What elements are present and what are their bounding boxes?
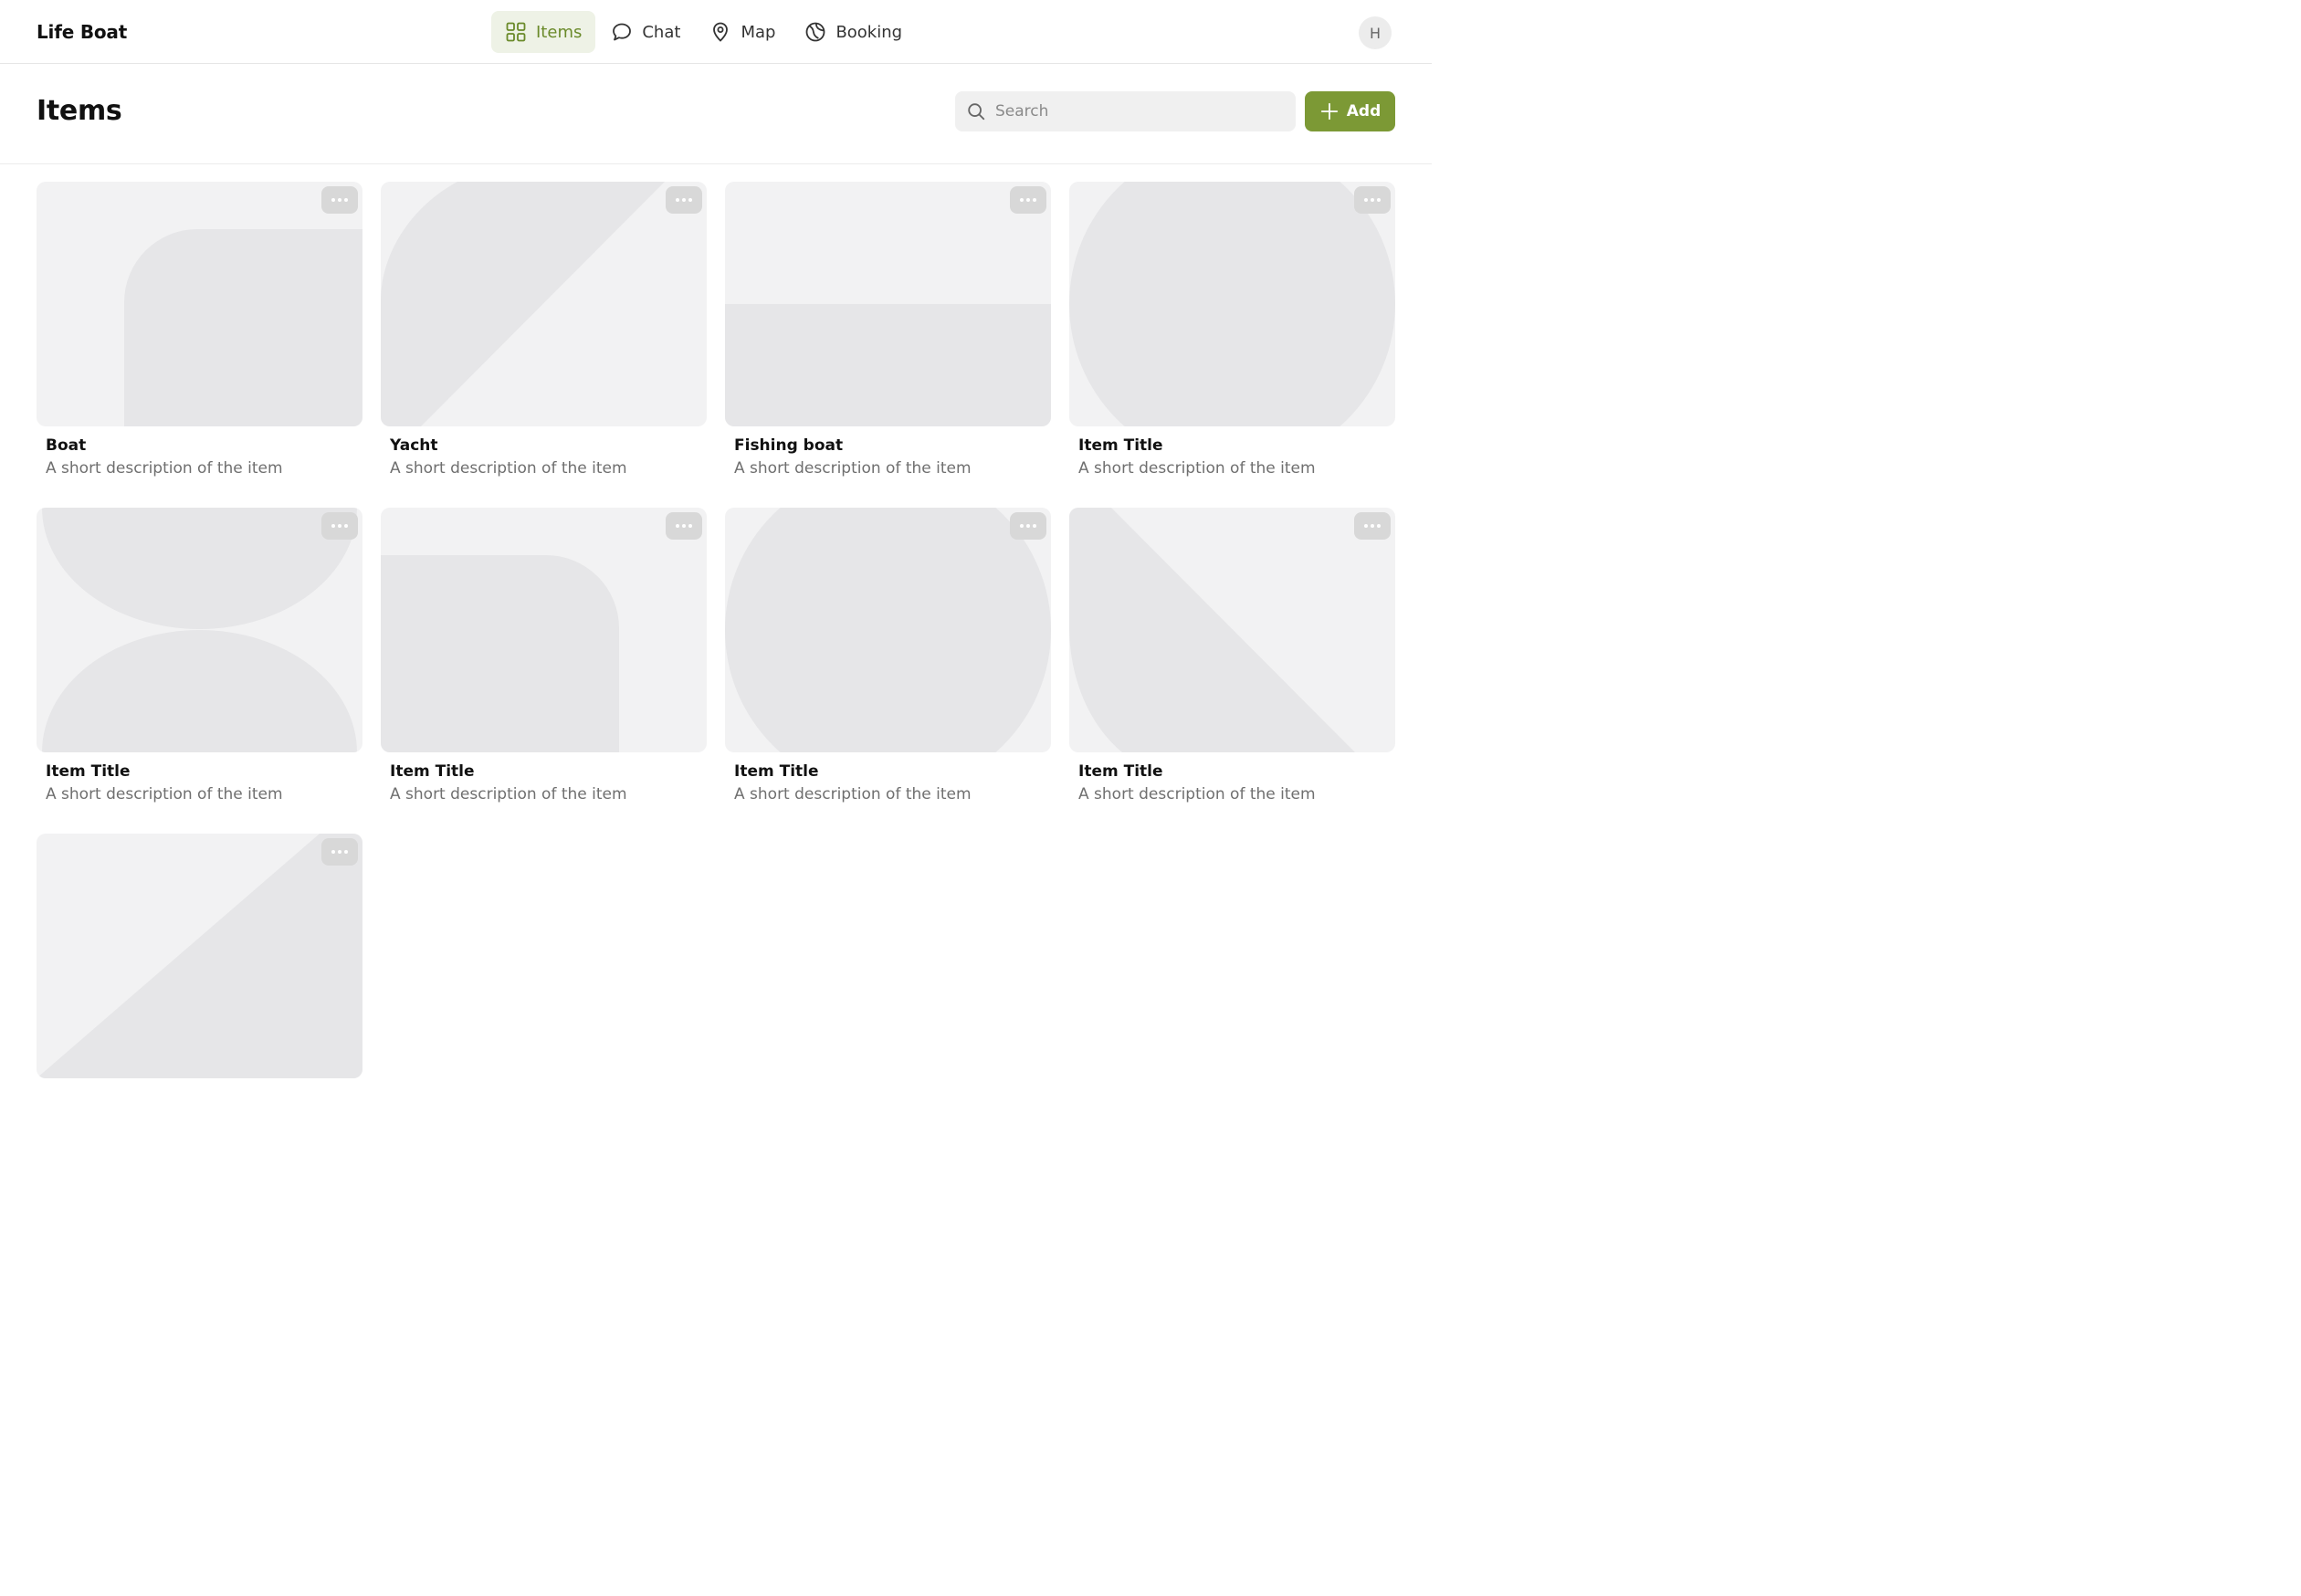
item-card[interactable]: Yacht A short description of the item	[381, 182, 707, 478]
page-header: Items Add	[0, 64, 1432, 164]
nav-tab-chat[interactable]: Chat	[597, 11, 694, 53]
item-title: Item Title	[1078, 436, 1163, 455]
item-description: A short description of the item	[1078, 459, 1316, 478]
page-title: Items	[37, 95, 122, 127]
ellipsis-icon	[331, 850, 348, 854]
more-options-button[interactable]	[321, 186, 358, 214]
item-title: Item Title	[1078, 762, 1163, 781]
item-card[interactable]: Item Title A short description of the it…	[381, 508, 707, 804]
item-title: Item Title	[734, 762, 819, 781]
ellipsis-icon	[331, 198, 348, 202]
grid-icon	[505, 21, 527, 43]
item-card[interactable]: Boat A short description of the item	[37, 182, 362, 478]
more-options-button[interactable]	[1354, 186, 1391, 214]
ellipsis-icon	[1364, 198, 1381, 202]
nav-tab-items[interactable]: Items	[491, 11, 596, 53]
item-thumbnail[interactable]	[725, 182, 1051, 426]
nav-tab-map[interactable]: Map	[696, 11, 789, 53]
placeholder-image-icon	[37, 834, 362, 1078]
nav-tab-label: Booking	[835, 22, 903, 42]
item-description: A short description of the item	[46, 785, 283, 803]
globe-icon	[804, 21, 826, 43]
more-options-button[interactable]	[1354, 512, 1391, 540]
more-options-button[interactable]	[1010, 186, 1046, 214]
nav-tab-label: Items	[536, 22, 583, 42]
app-title[interactable]: Life Boat	[37, 0, 127, 64]
item-card[interactable]: Item Title A short description of the it…	[725, 508, 1051, 804]
item-description: A short description of the item	[46, 459, 283, 478]
search-input[interactable]	[993, 93, 1267, 130]
main-nav: Items Chat Map Booking	[491, 11, 918, 53]
search-box[interactable]	[955, 91, 1296, 131]
map-pin-icon	[709, 21, 731, 43]
add-button-label: Add	[1346, 102, 1382, 121]
item-card[interactable]	[37, 834, 362, 1087]
nav-tab-label: Chat	[642, 22, 681, 42]
nav-tab-label: Map	[741, 22, 776, 42]
placeholder-image-icon	[381, 182, 665, 426]
ellipsis-icon	[676, 524, 692, 528]
item-title: Item Title	[390, 762, 475, 781]
nav-tab-booking[interactable]: Booking	[791, 11, 916, 53]
placeholder-image-icon	[725, 508, 1051, 752]
item-card[interactable]: Item Title A short description of the it…	[37, 508, 362, 804]
item-card[interactable]: Item Title A short description of the it…	[1069, 508, 1395, 804]
item-description: A short description of the item	[390, 459, 627, 478]
plus-icon	[1319, 101, 1340, 121]
item-thumbnail[interactable]	[381, 182, 707, 426]
item-description: A short description of the item	[734, 785, 972, 803]
search-icon	[966, 101, 986, 121]
item-title: Item Title	[46, 762, 131, 781]
item-description: A short description of the item	[1078, 785, 1316, 803]
item-thumbnail[interactable]	[37, 182, 362, 426]
ellipsis-icon	[1020, 198, 1036, 202]
item-description: A short description of the item	[390, 785, 627, 803]
placeholder-image-icon	[381, 555, 619, 752]
item-title: Fishing boat	[734, 436, 844, 455]
chat-bubble-icon	[611, 21, 633, 43]
more-options-button[interactable]	[666, 186, 702, 214]
item-thumbnail[interactable]	[381, 508, 707, 752]
item-thumbnail[interactable]	[37, 834, 362, 1078]
user-avatar[interactable]: H	[1359, 16, 1392, 49]
top-navigation-bar: Life Boat Items Chat Map Booking H	[0, 0, 1432, 64]
item-thumbnail[interactable]	[37, 508, 362, 752]
item-card[interactable]: Item Title A short description of the it…	[1069, 182, 1395, 478]
placeholder-image-icon	[42, 508, 357, 752]
placeholder-image-icon	[725, 304, 1051, 426]
item-thumbnail[interactable]	[1069, 508, 1395, 752]
items-grid: Boat A short description of the item Yac…	[37, 182, 1395, 1087]
placeholder-image-icon	[1069, 182, 1395, 426]
item-title: Boat	[46, 436, 87, 455]
ellipsis-icon	[1020, 524, 1036, 528]
item-thumbnail[interactable]	[725, 508, 1051, 752]
ellipsis-icon	[676, 198, 692, 202]
more-options-button[interactable]	[1010, 512, 1046, 540]
item-thumbnail[interactable]	[1069, 182, 1395, 426]
placeholder-image-icon	[1069, 508, 1355, 752]
item-description: A short description of the item	[734, 459, 972, 478]
ellipsis-icon	[331, 524, 348, 528]
more-options-button[interactable]	[321, 838, 358, 866]
item-card[interactable]: Fishing boat A short description of the …	[725, 182, 1051, 478]
placeholder-image-icon	[124, 229, 362, 426]
more-options-button[interactable]	[666, 512, 702, 540]
add-item-button[interactable]: Add	[1305, 91, 1395, 131]
item-title: Yacht	[390, 436, 438, 455]
ellipsis-icon	[1364, 524, 1381, 528]
more-options-button[interactable]	[321, 512, 358, 540]
